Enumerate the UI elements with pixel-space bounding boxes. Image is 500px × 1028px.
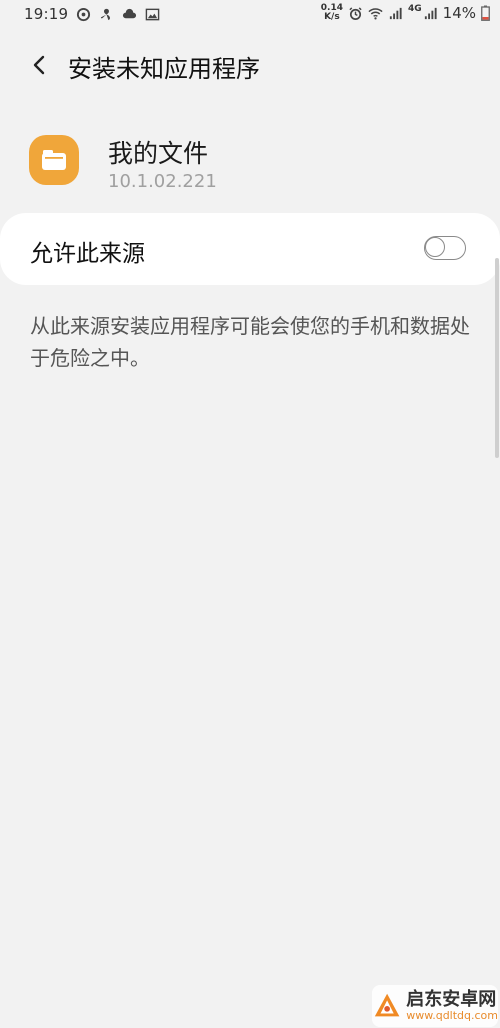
watermark: 启东安卓网 www.qdltdq.com	[372, 985, 498, 1027]
watermark-logo-icon	[374, 993, 400, 1017]
image-icon	[145, 8, 160, 20]
page-title: 安装未知应用程序	[68, 55, 260, 83]
signal-icon	[389, 7, 402, 19]
network-speed: 0.14 K/s	[321, 4, 343, 22]
app-version: 10.1.02.221	[108, 171, 217, 192]
folder-icon	[42, 150, 66, 170]
network-type: 4G	[408, 4, 422, 14]
status-time: 19:19	[24, 5, 69, 23]
signal-4g-icon	[424, 7, 437, 19]
battery-percent: 14%	[442, 4, 476, 22]
allow-source-label: 允许此来源	[30, 241, 145, 267]
wifi-icon	[368, 7, 383, 19]
sync-icon	[77, 7, 91, 21]
status-bar: 19:19 0.14 K/s 4G 14%	[0, 0, 500, 30]
cloud-icon	[123, 8, 137, 18]
network-speed-unit: K/s	[324, 12, 340, 22]
back-button[interactable]	[22, 48, 56, 82]
alarm-icon	[349, 6, 362, 20]
switch-thumb	[425, 237, 445, 257]
watermark-title: 启东安卓网	[406, 989, 497, 1010]
header: 安装未知应用程序	[0, 36, 500, 94]
watermark-text: 启东安卓网 www.qdltdq.com	[406, 990, 498, 1022]
status-right: 0.14 K/s 4G 14%	[321, 4, 490, 22]
battery-icon	[481, 5, 490, 21]
status-left: 19:19	[24, 5, 160, 23]
allow-source-switch[interactable]	[424, 236, 466, 260]
app-name: 我的文件	[108, 139, 209, 168]
fan-icon	[101, 8, 111, 20]
scrollbar[interactable]	[495, 258, 499, 458]
app-icon	[29, 135, 79, 185]
chevron-left-icon	[33, 55, 45, 75]
allow-source-setting[interactable]: 允许此来源	[0, 213, 500, 285]
warning-description: 从此来源安装应用程序可能会使您的手机和数据处于危险之中。	[30, 314, 470, 370]
watermark-url: www.qdltdq.com	[406, 1009, 498, 1022]
